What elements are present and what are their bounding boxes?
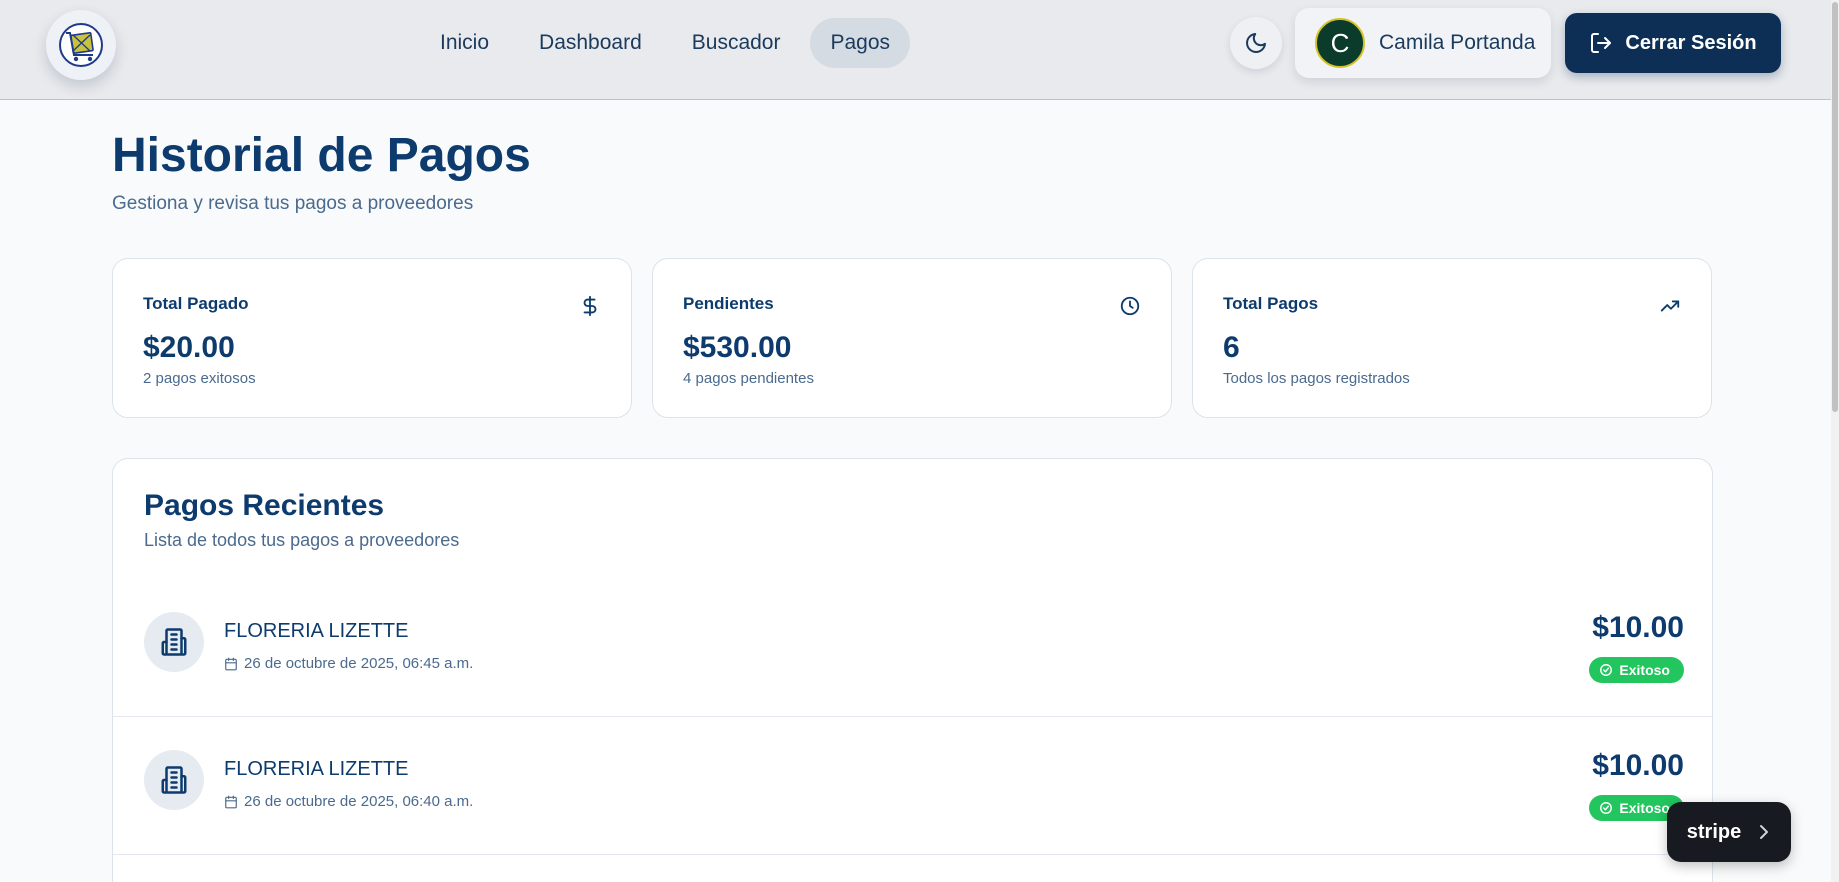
shopping-cart-logo-icon	[59, 23, 103, 67]
stat-value: $530.00	[683, 331, 792, 364]
avatar: C	[1315, 18, 1365, 68]
stat-note: 2 pagos exitosos	[143, 370, 256, 387]
nav-item-inicio[interactable]: Inicio	[420, 18, 509, 68]
calendar-icon	[225, 657, 237, 670]
user-name: Camila Portanda	[1379, 31, 1536, 54]
stat-note: Todos los pagos registrados	[1223, 370, 1410, 387]
stat-value: 6	[1223, 331, 1240, 364]
nav-item-buscador[interactable]: Buscador	[672, 18, 801, 68]
scrollbar-thumb[interactable]	[1832, 2, 1838, 412]
logout-button[interactable]: Cerrar Sesión	[1565, 13, 1781, 73]
vendor-avatar	[144, 750, 204, 810]
status-label: Exitoso	[1619, 662, 1670, 678]
logout-icon	[1591, 33, 1612, 53]
stat-card-total-pagado: Total Pagado $20.00 2 pagos exitosos	[112, 258, 632, 418]
payment-date: 26 de octubre de 2025, 06:40 a.m.	[224, 793, 473, 810]
section-title: Pagos Recientes	[144, 489, 385, 522]
vendor-name[interactable]: FLORERIA LIZETTE	[224, 758, 408, 781]
status-label: Exitoso	[1619, 800, 1670, 816]
user-profile-chip[interactable]: C Camila Portanda	[1295, 8, 1551, 78]
trending-up-icon	[1660, 300, 1680, 312]
page-title: Historial de Pagos	[112, 129, 531, 182]
payment-date-text: 26 de octubre de 2025, 06:40 a.m.	[244, 793, 474, 810]
payment-amount: $10.00	[1592, 611, 1684, 644]
building-icon	[161, 766, 187, 794]
stat-label: Total Pagos	[1223, 294, 1319, 313]
payment-row[interactable]: FLORERIA LIZETTE 26 de octubre de 2025, …	[113, 579, 1712, 717]
vendor-name[interactable]: FLORERIA LIZETTE	[224, 620, 408, 643]
main-nav: Inicio Dashboard Buscador Pagos	[420, 18, 911, 68]
page-subtitle: Gestiona y revisa tus pagos a proveedore…	[112, 193, 474, 214]
nav-item-pagos[interactable]: Pagos	[810, 18, 911, 68]
status-badge: Exitoso	[1589, 657, 1684, 683]
payment-date: 26 de octubre de 2025, 06:45 a.m.	[224, 655, 473, 672]
stripe-checkout-button[interactable]: stripe	[1667, 802, 1791, 862]
stat-value: $20.00	[143, 331, 235, 364]
moon-icon	[1246, 33, 1266, 53]
payment-row[interactable]: FLORERIA LIZETTE 26 de octubre de 2025, …	[113, 717, 1712, 855]
stat-card-pendientes: Pendientes $530.00 4 pagos pendientes	[652, 258, 1172, 418]
check-circle-icon	[1600, 664, 1613, 676]
recent-payments-card: Pagos Recientes Lista de todos tus pagos…	[112, 458, 1713, 882]
check-circle-icon	[1600, 802, 1613, 814]
vendor-avatar	[144, 612, 204, 672]
stat-card-total-pagos: Total Pagos 6 Todos los pagos registrado…	[1192, 258, 1712, 418]
stat-label: Pendientes	[683, 294, 774, 313]
top-navbar: Inicio Dashboard Buscador Pagos C Camila…	[0, 0, 1831, 100]
stripe-label: stripe	[1686, 820, 1742, 843]
payments-page: Inicio Dashboard Buscador Pagos C Camila…	[0, 0, 1839, 882]
chevron-right-icon	[1760, 825, 1769, 839]
nav-item-dashboard[interactable]: Dashboard	[519, 18, 662, 68]
section-subtitle: Lista de todos tus pagos a proveedores	[144, 530, 460, 550]
building-icon	[161, 628, 187, 656]
logout-label: Cerrar Sesión	[1625, 31, 1757, 54]
payment-amount: $10.00	[1592, 749, 1684, 782]
stat-label: Total Pagado	[143, 294, 249, 313]
calendar-icon	[225, 795, 237, 808]
stat-note: 4 pagos pendientes	[683, 370, 814, 387]
payment-date-text: 26 de octubre de 2025, 06:45 a.m.	[244, 655, 474, 672]
app-logo[interactable]	[46, 10, 116, 80]
clock-icon	[1120, 296, 1140, 316]
dollar-icon	[583, 295, 597, 317]
theme-toggle-button[interactable]	[1230, 17, 1282, 69]
